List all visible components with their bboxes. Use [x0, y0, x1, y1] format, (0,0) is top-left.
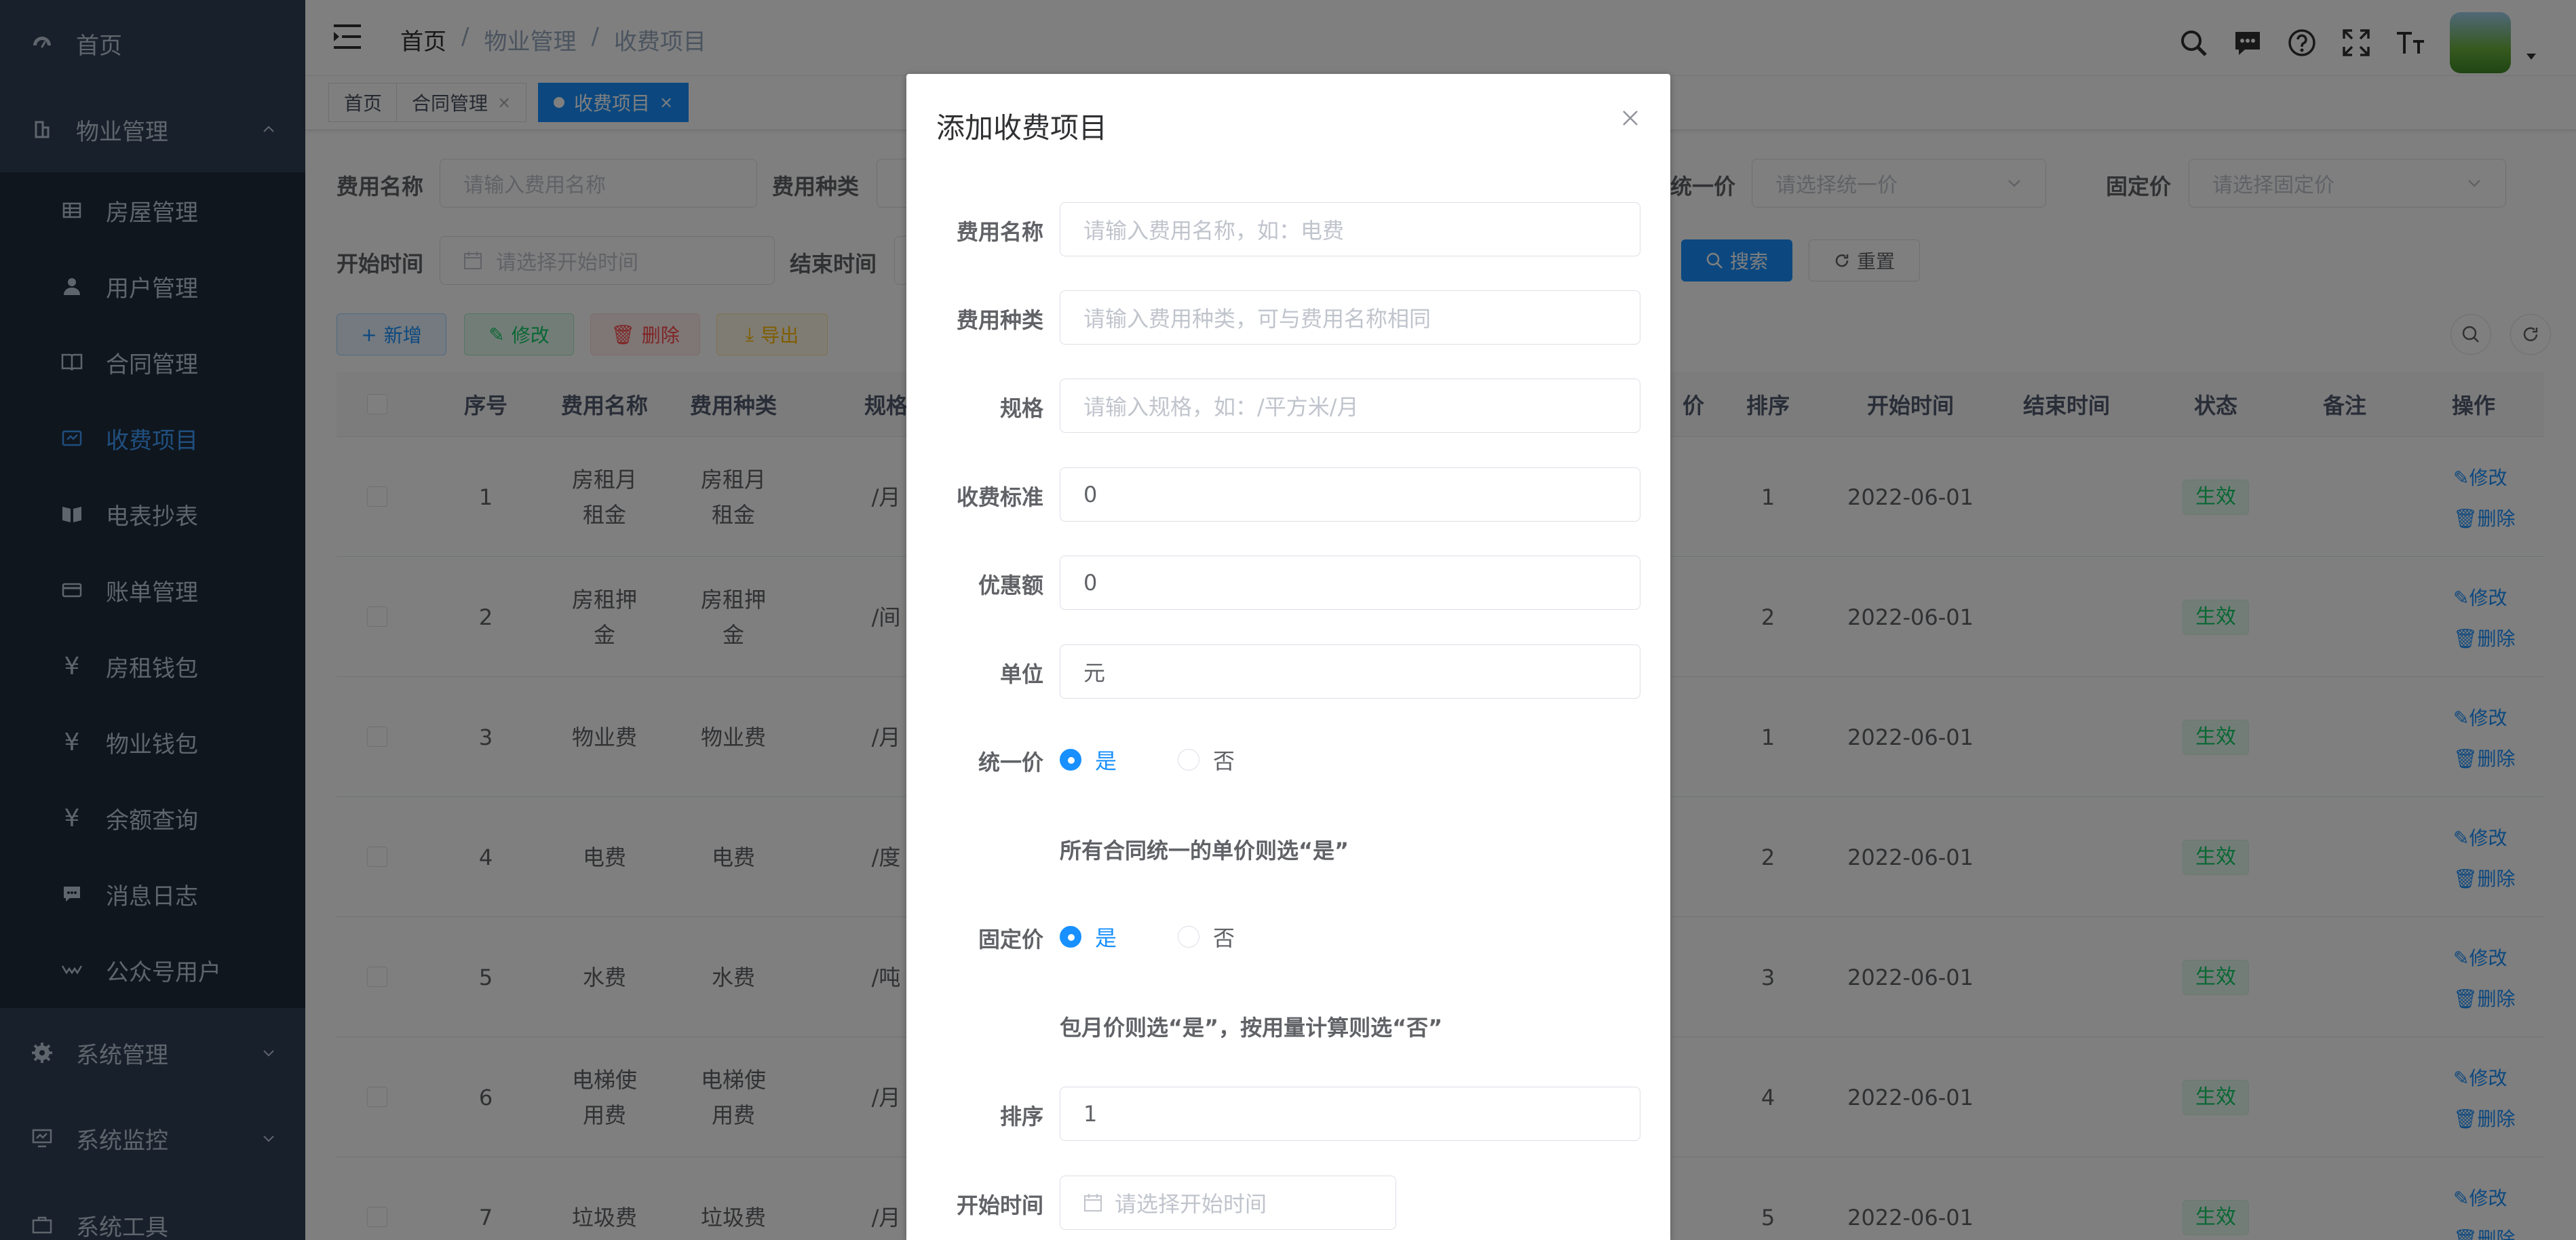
radio-checked-icon — [1060, 749, 1081, 771]
unified-hint: 所有合同统一的单价则选“是” — [1060, 838, 1349, 864]
placeholder: 请输入费用种类，可与费用名称相同 — [1083, 306, 1431, 332]
placeholder: 请选择开始时间 — [1115, 1191, 1267, 1217]
type-input[interactable]: 请输入费用种类，可与费用名称相同 — [1060, 290, 1640, 345]
input-value: 元 — [1083, 660, 1106, 686]
radio-checked-icon — [1060, 926, 1081, 948]
placeholder: 请输入费用名称，如：电费 — [1083, 218, 1345, 244]
unified-no-radio[interactable]: 否 — [1178, 744, 1235, 775]
spec-label: 规格 — [999, 395, 1043, 421]
fixed-hint: 包月价则选“是”，按用量计算则选“否” — [1060, 1015, 1443, 1041]
radio-unchecked-icon — [1178, 749, 1200, 771]
input-value: 1 — [1083, 1101, 1098, 1127]
radio-label: 否 — [1213, 925, 1235, 951]
calendar-icon — [1084, 1194, 1102, 1212]
fixed-yes-radio[interactable]: 是 — [1060, 921, 1117, 952]
placeholder: 请输入规格，如：/平方米/月 — [1083, 394, 1359, 420]
standard-label: 收费标准 — [956, 484, 1043, 510]
spec-input[interactable]: 请输入规格，如：/平方米/月 — [1060, 379, 1640, 433]
input-value: 0 — [1083, 482, 1098, 507]
unified-label: 统一价 — [978, 750, 1043, 775]
radio-unchecked-icon — [1178, 926, 1200, 948]
standard-input[interactable]: 0 — [1060, 467, 1640, 522]
radio-label: 是 — [1095, 925, 1117, 951]
name-label: 费用名称 — [956, 219, 1043, 245]
input-value: 0 — [1083, 570, 1098, 596]
fixed-radio-group: 是 否 — [1060, 921, 1296, 952]
radio-label: 是 — [1095, 748, 1117, 774]
discount-input[interactable]: 0 — [1060, 556, 1640, 610]
fixed-no-radio[interactable]: 否 — [1178, 921, 1235, 952]
name-input[interactable]: 请输入费用名称，如：电费 — [1060, 202, 1640, 256]
sort-input[interactable]: 1 — [1060, 1087, 1640, 1141]
unit-label: 单位 — [999, 661, 1043, 687]
start-time-label: 开始时间 — [956, 1193, 1043, 1218]
sort-label: 排序 — [999, 1104, 1043, 1129]
unified-radio-group: 是 否 — [1060, 744, 1296, 775]
type-label: 费用种类 — [956, 307, 1043, 333]
dialog-title: 添加收费项目 — [936, 111, 1108, 144]
close-icon[interactable] — [1620, 108, 1640, 128]
start-time-input[interactable]: 请选择开始时间 — [1060, 1176, 1396, 1230]
unit-input[interactable]: 元 — [1060, 644, 1640, 699]
add-charge-item-dialog: 添加收费项目 费用名称 请输入费用名称，如：电费 费用种类 请输入费用种类，可与… — [906, 74, 1670, 1240]
unified-yes-radio[interactable]: 是 — [1060, 744, 1117, 775]
fixed-label: 固定价 — [978, 927, 1043, 952]
radio-label: 否 — [1213, 748, 1235, 774]
discount-label: 优惠额 — [978, 573, 1043, 598]
